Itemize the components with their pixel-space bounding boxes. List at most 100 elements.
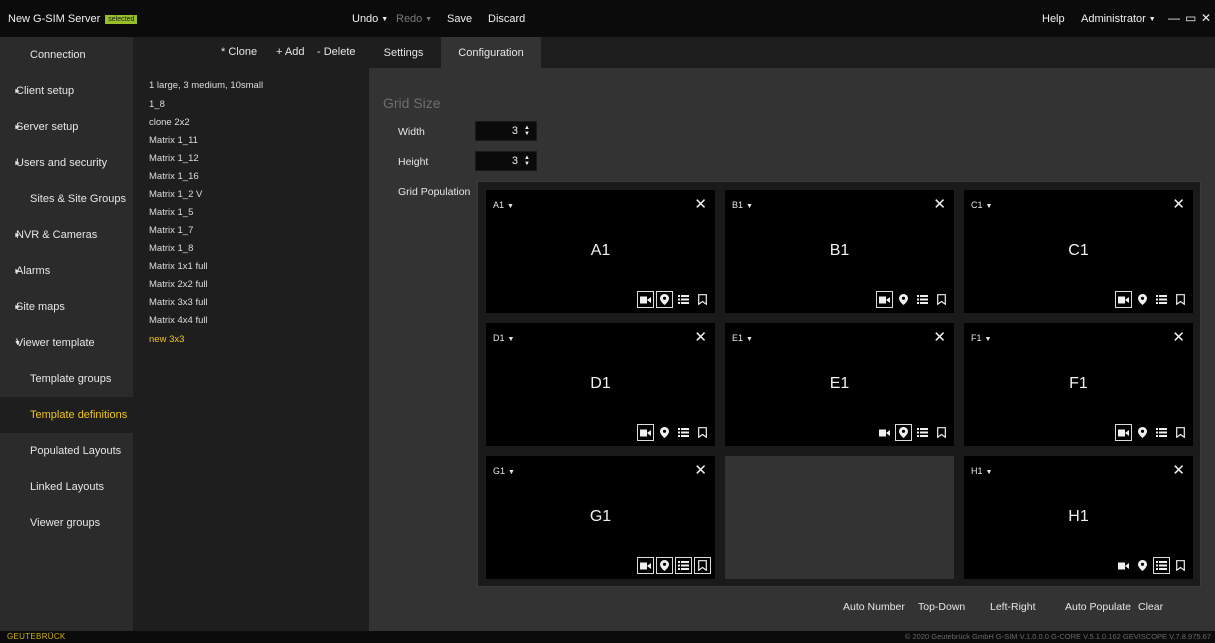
- list-icon[interactable]: [1153, 424, 1170, 441]
- grid-cell[interactable]: G1 ▼ ✕ G1: [486, 456, 715, 579]
- template-item[interactable]: Matrix 1_11: [149, 135, 198, 146]
- cell-tag-dropdown[interactable]: B1 ▼: [732, 200, 753, 210]
- template-item[interactable]: clone 2x2: [149, 117, 190, 128]
- location-icon[interactable]: [895, 291, 912, 308]
- grid-cell[interactable]: E1 ▼ ✕ E1: [725, 323, 954, 446]
- chevron-down-icon[interactable]: ▼: [425, 16, 432, 23]
- clear-button[interactable]: Clear: [1138, 601, 1163, 613]
- bookmark-icon[interactable]: [1172, 424, 1189, 441]
- sidebar-item-viewer-template[interactable]: ▼ Viewer template: [0, 325, 133, 361]
- chevron-down-icon[interactable]: ▼: [508, 469, 515, 476]
- list-icon[interactable]: [1153, 557, 1170, 574]
- sidebar-item-linked-layouts[interactable]: Linked Layouts: [0, 469, 133, 505]
- location-icon[interactable]: [895, 424, 912, 441]
- camera-icon[interactable]: [876, 424, 893, 441]
- sidebar-item-viewer-groups[interactable]: Viewer groups: [0, 505, 133, 541]
- template-item[interactable]: 1 large, 3 medium, 10small: [149, 80, 263, 91]
- template-item[interactable]: Matrix 1x1 full: [149, 261, 208, 272]
- bookmark-icon[interactable]: [933, 424, 950, 441]
- decrement-icon[interactable]: ▼: [524, 131, 530, 137]
- chevron-down-icon[interactable]: ▼: [507, 203, 514, 210]
- camera-icon[interactable]: [1115, 424, 1132, 441]
- sidebar-item-populated-layouts[interactable]: Populated Layouts: [0, 433, 133, 469]
- template-item[interactable]: 1_8: [149, 99, 165, 110]
- grid-cell-empty[interactable]: [725, 456, 954, 579]
- list-icon[interactable]: [675, 291, 692, 308]
- cell-tag-dropdown[interactable]: A1 ▼: [493, 200, 514, 210]
- tab-configuration[interactable]: Configuration: [441, 37, 541, 68]
- auto-number-button[interactable]: Auto Number: [843, 601, 905, 613]
- cell-tag-dropdown[interactable]: F1 ▼: [971, 333, 991, 343]
- bookmark-icon[interactable]: [694, 424, 711, 441]
- cell-tag-dropdown[interactable]: G1 ▼: [493, 466, 515, 476]
- maximize-icon[interactable]: ▭: [1185, 11, 1196, 25]
- chevron-down-icon[interactable]: ▼: [746, 336, 753, 343]
- sidebar-item-users-security[interactable]: ► Users and security: [0, 145, 133, 181]
- bookmark-icon[interactable]: [694, 557, 711, 574]
- camera-icon[interactable]: [1115, 557, 1132, 574]
- add-button[interactable]: + Add: [276, 46, 304, 58]
- redo-button[interactable]: Redo ▼: [396, 13, 432, 25]
- sidebar-item-template-definitions[interactable]: Template definitions: [0, 397, 133, 433]
- camera-icon[interactable]: [637, 424, 654, 441]
- clone-button[interactable]: * Clone: [221, 46, 257, 58]
- minimize-icon[interactable]: —: [1168, 11, 1180, 25]
- left-right-button[interactable]: Left-Right: [990, 601, 1036, 613]
- auto-populate-button[interactable]: Auto Populate: [1065, 601, 1131, 613]
- template-item[interactable]: Matrix 1_2 V: [149, 189, 202, 200]
- cell-tag-dropdown[interactable]: E1 ▼: [732, 333, 753, 343]
- cell-tag-dropdown[interactable]: D1 ▼: [493, 333, 514, 343]
- decrement-icon[interactable]: ▼: [524, 161, 530, 167]
- sidebar-item-nvr-cameras[interactable]: ► NVR & Cameras: [0, 217, 133, 253]
- template-item[interactable]: Matrix 1_5: [149, 207, 193, 218]
- sidebar-item-sites[interactable]: Sites & Site Groups: [0, 181, 133, 217]
- location-icon[interactable]: [656, 291, 673, 308]
- camera-icon[interactable]: [637, 557, 654, 574]
- chevron-down-icon[interactable]: ▼: [986, 203, 993, 210]
- cell-tag-dropdown[interactable]: H1 ▼: [971, 466, 992, 476]
- cell-tag-dropdown[interactable]: C1 ▼: [971, 200, 992, 210]
- list-icon[interactable]: [914, 424, 931, 441]
- location-icon[interactable]: [656, 557, 673, 574]
- grid-cell[interactable]: H1 ▼ ✕ H1: [964, 456, 1193, 579]
- tab-settings[interactable]: Settings: [369, 37, 438, 68]
- stepper-arrows[interactable]: ▲ ▼: [524, 125, 530, 137]
- location-icon[interactable]: [1134, 557, 1151, 574]
- list-icon[interactable]: [914, 291, 931, 308]
- template-item[interactable]: Matrix 2x2 full: [149, 279, 208, 290]
- top-down-button[interactable]: Top-Down: [918, 601, 965, 613]
- grid-cell[interactable]: B1 ▼ ✕ B1: [725, 190, 954, 313]
- chevron-down-icon[interactable]: ▼: [1149, 16, 1156, 23]
- sidebar-item-connection[interactable]: Connection: [0, 37, 133, 73]
- close-icon[interactable]: ✕: [1172, 328, 1185, 346]
- height-stepper[interactable]: 3 ▲ ▼: [475, 151, 537, 171]
- grid-cell[interactable]: F1 ▼ ✕ F1: [964, 323, 1193, 446]
- close-icon[interactable]: ✕: [1172, 461, 1185, 479]
- list-icon[interactable]: [1153, 291, 1170, 308]
- sidebar-item-template-groups[interactable]: Template groups: [0, 361, 133, 397]
- bookmark-icon[interactable]: [1172, 557, 1189, 574]
- grid-cell[interactable]: D1 ▼ ✕ D1: [486, 323, 715, 446]
- delete-button[interactable]: - Delete: [317, 46, 356, 58]
- list-icon[interactable]: [675, 424, 692, 441]
- grid-cell[interactable]: A1 ▼ ✕ A1: [486, 190, 715, 313]
- camera-icon[interactable]: [1115, 291, 1132, 308]
- list-icon[interactable]: [675, 557, 692, 574]
- template-item-selected[interactable]: new 3x3: [149, 334, 184, 345]
- save-button[interactable]: Save: [447, 13, 472, 25]
- chevron-down-icon[interactable]: ▼: [985, 336, 992, 343]
- sidebar-item-client-setup[interactable]: ► Client setup: [0, 73, 133, 109]
- bookmark-icon[interactable]: [933, 291, 950, 308]
- close-icon[interactable]: ✕: [933, 195, 946, 213]
- stepper-arrows[interactable]: ▲ ▼: [524, 155, 530, 167]
- user-menu[interactable]: Administrator ▼: [1081, 13, 1156, 25]
- template-item[interactable]: Matrix 4x4 full: [149, 315, 208, 326]
- help-menu[interactable]: Help: [1042, 13, 1065, 25]
- undo-button[interactable]: Undo ▼: [352, 13, 388, 25]
- close-icon[interactable]: ✕: [694, 461, 707, 479]
- chevron-down-icon[interactable]: ▼: [381, 16, 388, 23]
- width-stepper[interactable]: 3 ▲ ▼: [475, 121, 537, 141]
- sidebar-item-alarms[interactable]: ► Alarms: [0, 253, 133, 289]
- sidebar-item-server-setup[interactable]: ► Server setup: [0, 109, 133, 145]
- grid-cell[interactable]: C1 ▼ ✕ C1: [964, 190, 1193, 313]
